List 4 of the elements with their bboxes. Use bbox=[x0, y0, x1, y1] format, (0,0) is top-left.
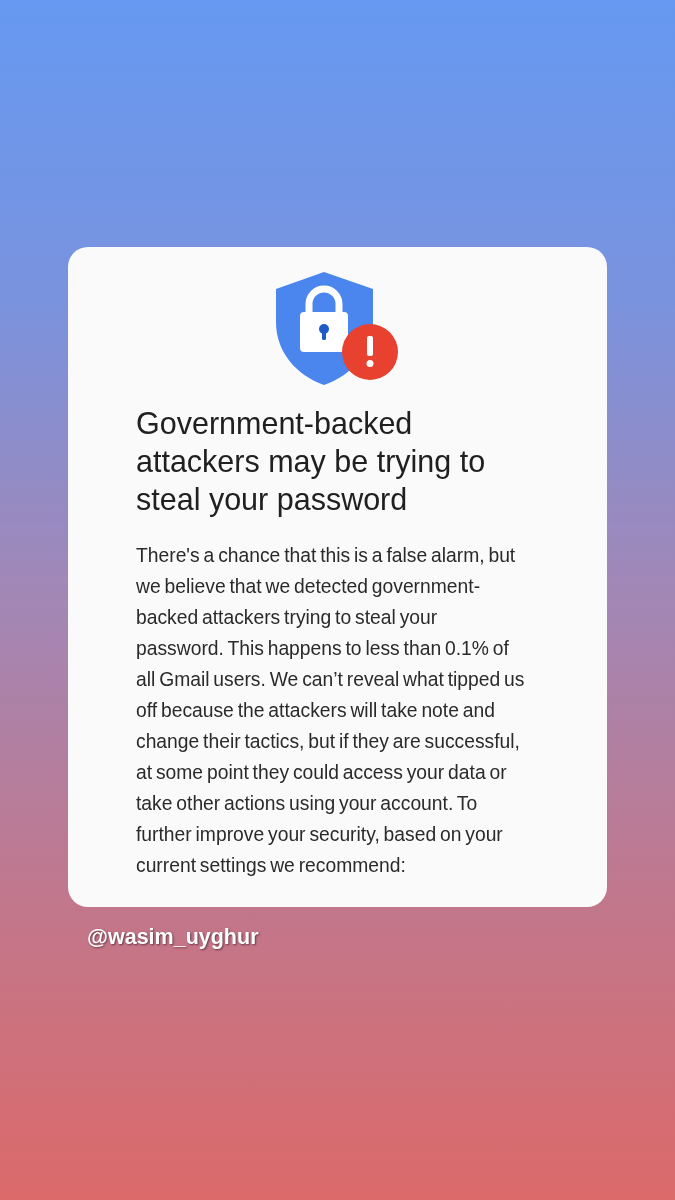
alert-title: Government-backed attackers may be trying to steal your password bbox=[136, 405, 487, 518]
username-caption: @wasim_uyghur bbox=[87, 924, 259, 951]
shield-lock-alert-icon bbox=[276, 272, 398, 385]
alert-message: There's a chance that this is a false alarm, but we believe that we detected government-backed attackers trying to steal your password. This happens to less than 0.1% of all Gmail users. We can’t reveal what tipped us off because the attackers will take note and change their tactics, but if they are successful, at some point they could access your data or take other actions using your account. To further improve your security, based on your current settings we recommend: bbox=[136, 544, 526, 878]
